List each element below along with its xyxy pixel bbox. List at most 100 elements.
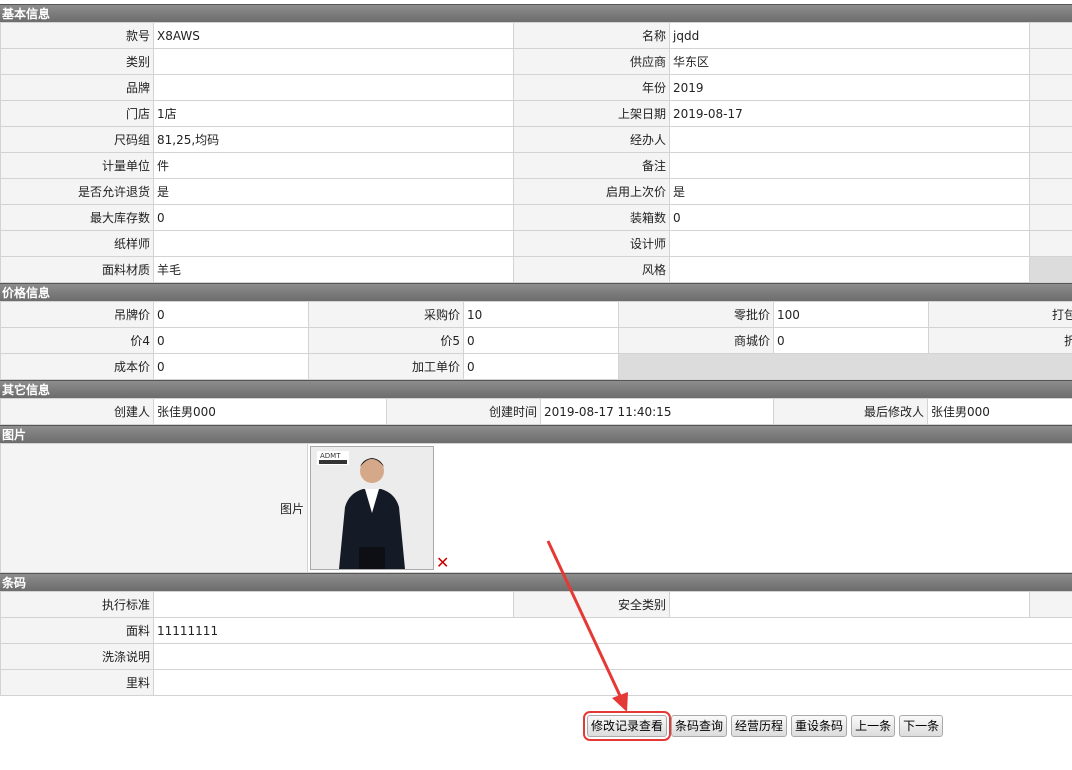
safety-class-value[interactable] [670,592,1030,618]
empty-cell [619,354,1072,380]
table-row: 门店1店上架日期2019-08-17 [1,101,1072,127]
view-edit-history-button[interactable]: 修改记录查看 [587,715,667,737]
field-label: 品牌 [1,75,154,101]
reset-barcode-button[interactable]: 重设条码 [791,715,847,737]
field-value[interactable]: 0 [154,205,514,231]
field-value[interactable] [670,127,1030,153]
lining-value[interactable] [154,670,1072,696]
empty-cell [1030,592,1072,618]
field-label: 上架日期 [514,101,670,127]
table-row: 吊牌价 0 采购价 10 零批价 100 打包价 [1,302,1072,328]
barcode-query-button[interactable]: 条码查询 [671,715,727,737]
last-modifier-label: 最后修改人 [774,399,928,425]
table-row: 最大库存数0装箱数0 [1,205,1072,231]
last-modifier-value: 张佳男000 [928,399,1072,425]
field-label: 面料材质 [1,257,154,283]
field-label: 价5 [309,328,464,354]
table-row: 计量单位件备注 [1,153,1072,179]
empty-cell [1030,49,1072,75]
field-value[interactable] [670,257,1030,283]
table-row: 类别供应商华东区 [1,49,1072,75]
table-row: 纸样师设计师 [1,231,1072,257]
section-basic-header: 基本信息 [0,4,1072,22]
field-label: 供应商 [514,49,670,75]
section-price-header: 价格信息 [0,283,1072,301]
section-basic-title: 基本信息 [2,7,50,21]
field-value[interactable] [154,49,514,75]
section-image-title: 图片 [2,428,26,442]
other-info-table: 创建人 张佳男000 创建时间 2019-08-17 11:40:15 最后修改… [0,398,1072,425]
field-value[interactable] [670,153,1030,179]
product-photo: ADMT [311,447,433,569]
operation-history-button[interactable]: 经营历程 [731,715,787,737]
standard-value[interactable] [154,592,514,618]
table-row: 款号X8AWS名称jqdd [1,23,1072,49]
field-label: 名称 [514,23,670,49]
field-label: 采购价 [309,302,464,328]
image-cell: ADMT ✕ [308,444,1072,573]
table-row: 图片 ADMT ✕ [1,444,1072,573]
field-value[interactable]: 0 [464,354,619,380]
field-value[interactable]: 0 [670,205,1030,231]
field-value[interactable] [154,75,514,101]
wash-value[interactable] [154,644,1072,670]
field-label: 吊牌价 [1,302,154,328]
photo-logo: ADMT [320,452,341,460]
section-price-title: 价格信息 [2,286,50,300]
empty-cell [1030,101,1072,127]
previous-record-button[interactable]: 上一条 [851,715,895,737]
safety-class-label: 安全类别 [514,592,670,618]
field-label: 年份 [514,75,670,101]
field-value[interactable]: 件 [154,153,514,179]
action-bar: 修改记录查看 条码查询 经营历程 重设条码 上一条 下一条 [587,715,943,737]
table-row: 尺码组81,25,均码经办人 [1,127,1072,153]
field-value[interactable] [154,231,514,257]
field-label: 商城价 [619,328,774,354]
delete-image-icon[interactable]: ✕ [436,555,449,571]
table-row: 是否允许退货是启用上次价是 [1,179,1072,205]
empty-cell [1030,205,1072,231]
field-value[interactable]: 100 [774,302,929,328]
field-label: 零批价 [619,302,774,328]
field-value[interactable]: 0 [774,328,929,354]
table-row: 创建人 张佳男000 创建时间 2019-08-17 11:40:15 最后修改… [1,399,1072,425]
creator-label: 创建人 [1,399,154,425]
image-table: 图片 ADMT ✕ [0,443,1072,573]
lining-label: 里料 [1,670,154,696]
empty-cell [1030,23,1072,49]
next-record-button[interactable]: 下一条 [899,715,943,737]
field-label: 款号 [1,23,154,49]
field-label: 门店 [1,101,154,127]
field-value[interactable]: 10 [464,302,619,328]
table-row: 面料 11111111 [1,618,1072,644]
basic-info-table: 款号X8AWS名称jqdd类别供应商华东区品牌年份2019门店1店上架日期201… [0,22,1072,283]
field-value[interactable]: 0 [154,328,309,354]
field-label: 价4 [1,328,154,354]
fabric-value[interactable]: 11111111 [154,618,1072,644]
empty-cell [1030,179,1072,205]
field-label: 折扣 [929,328,1072,354]
field-value[interactable]: 0 [154,354,309,380]
empty-cell [1030,231,1072,257]
section-barcode-title: 条码 [2,576,26,590]
product-image[interactable]: ADMT ✕ [310,446,434,570]
field-value[interactable]: 2019 [670,75,1030,101]
field-label: 计量单位 [1,153,154,179]
fabric-label: 面料 [1,618,154,644]
field-value[interactable] [670,231,1030,257]
field-value[interactable]: 0 [464,328,619,354]
field-value[interactable]: 是 [154,179,514,205]
field-value[interactable]: X8AWS [154,23,514,49]
field-value[interactable]: 羊毛 [154,257,514,283]
image-label: 图片 [1,444,308,573]
field-label: 尺码组 [1,127,154,153]
field-value[interactable]: 华东区 [670,49,1030,75]
field-value[interactable]: 1店 [154,101,514,127]
field-value[interactable]: 81,25,均码 [154,127,514,153]
field-value[interactable]: jqdd [670,23,1030,49]
field-value[interactable]: 2019-08-17 [670,101,1030,127]
field-value[interactable]: 0 [154,302,309,328]
field-value[interactable]: 是 [670,179,1030,205]
created-time-value: 2019-08-17 11:40:15 [541,399,774,425]
field-label: 风格 [514,257,670,283]
